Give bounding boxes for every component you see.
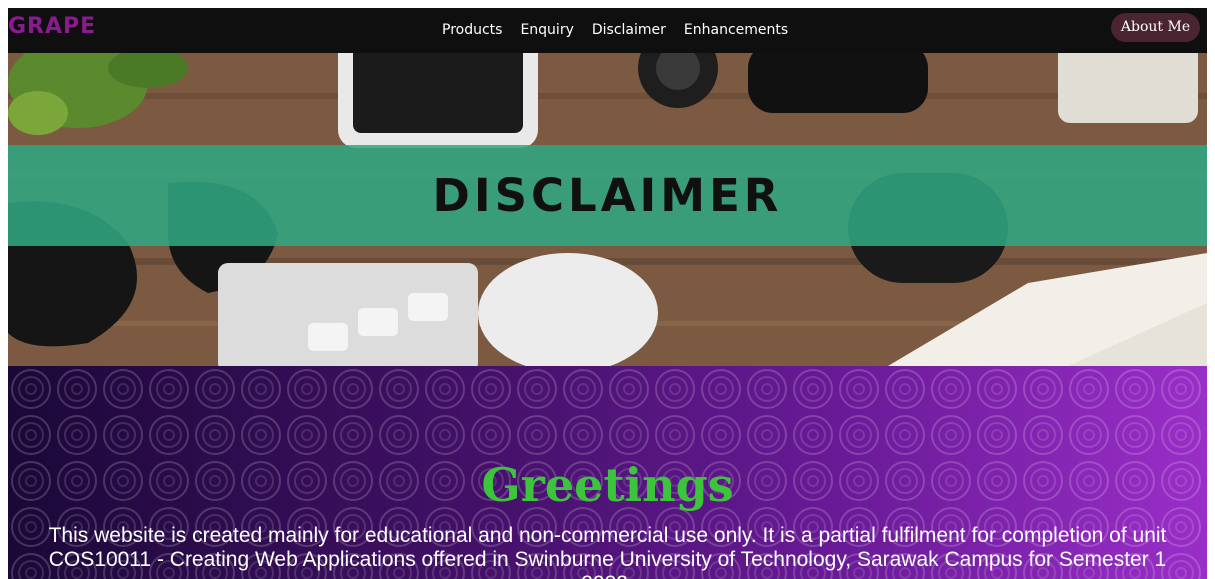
nav-link-disclaimer[interactable]: Disclaimer bbox=[592, 20, 666, 40]
about-me-button[interactable]: About Me bbox=[1111, 13, 1200, 42]
disclaimer-banner: DISCLAIMER bbox=[8, 145, 1207, 246]
brand-logo[interactable]: GRAPE bbox=[8, 14, 96, 39]
greeting-heading: Greetings bbox=[481, 457, 734, 512]
hero-section: DISCLAIMER bbox=[8, 53, 1207, 366]
greeting-section: Greetings This website is created mainly… bbox=[8, 366, 1207, 579]
nav-link-products[interactable]: Products bbox=[442, 20, 502, 40]
nav-link-enquiry[interactable]: Enquiry bbox=[520, 20, 573, 40]
nav-links: Products Enquiry Disclaimer Enhancements bbox=[442, 20, 806, 40]
page: GRAPE Products Enquiry Disclaimer Enhanc… bbox=[0, 0, 1215, 579]
top-navbar: GRAPE Products Enquiry Disclaimer Enhanc… bbox=[8, 8, 1207, 53]
disclaimer-paragraph: This website is created mainly for educa… bbox=[48, 524, 1167, 579]
page-title: DISCLAIMER bbox=[432, 169, 783, 222]
nav-link-enhancements[interactable]: Enhancements bbox=[684, 20, 788, 40]
